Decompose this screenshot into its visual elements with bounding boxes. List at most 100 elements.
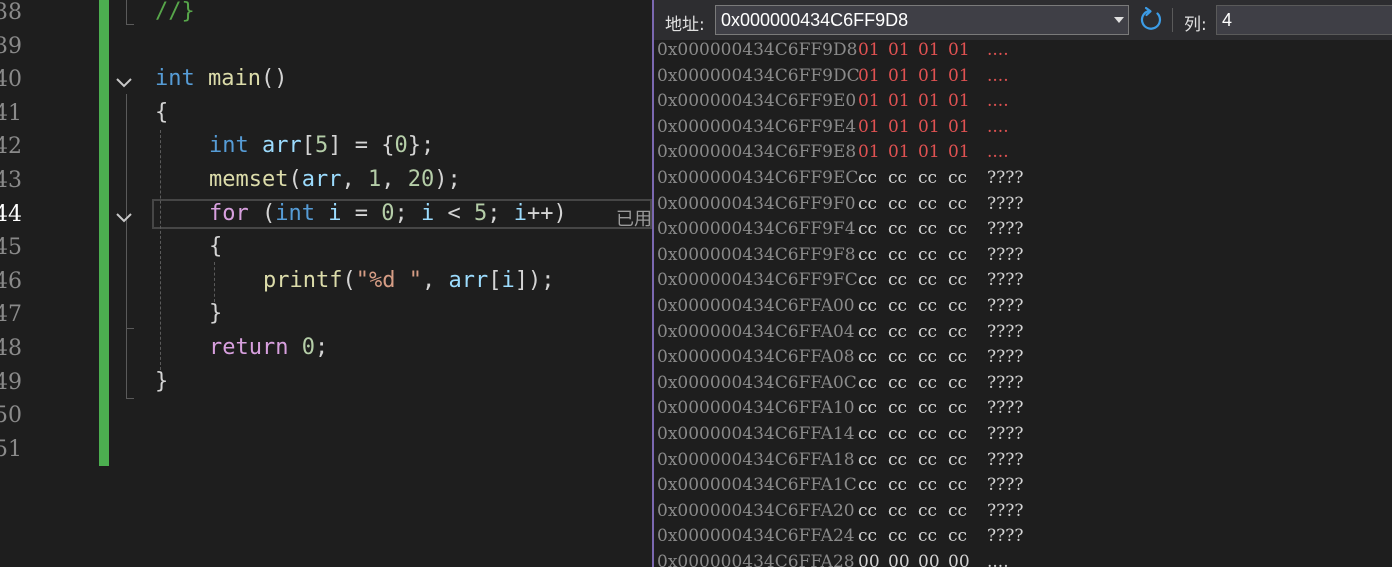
- memory-row[interactable]: 0x000000434C6FF9E8 01 01 01 01....: [654, 142, 1392, 167]
- memory-byte[interactable]: 01: [948, 40, 970, 60]
- memory-window[interactable]: 地址: 0x000000434C6FF9D8 列: 4 0x000000434C…: [652, 0, 1392, 567]
- code-line[interactable]: 43 memset(arr, 1, 20);: [0, 166, 652, 200]
- memory-byte[interactable]: cc: [948, 245, 967, 265]
- memory-byte[interactable]: cc: [948, 398, 967, 418]
- memory-byte[interactable]: 01: [858, 40, 880, 60]
- memory-row[interactable]: 0x000000434C6FFA0C cc cc cc cc????: [654, 373, 1392, 398]
- memory-byte[interactable]: cc: [888, 347, 907, 367]
- code-line[interactable]: 42 int arr[5] = {0};: [0, 132, 652, 166]
- memory-row[interactable]: 0x000000434C6FF9F4 cc cc cc cc????: [654, 219, 1392, 244]
- memory-byte[interactable]: cc: [918, 501, 937, 521]
- memory-ascii[interactable]: ....: [987, 91, 1009, 111]
- memory-row[interactable]: 0x000000434C6FF9F0 cc cc cc cc????: [654, 194, 1392, 219]
- memory-byte[interactable]: 01: [918, 40, 940, 60]
- memory-byte[interactable]: cc: [858, 219, 877, 239]
- memory-row[interactable]: 0x000000434C6FF9D8 01 01 01 01....: [654, 40, 1392, 65]
- memory-byte[interactable]: cc: [948, 475, 967, 495]
- memory-ascii[interactable]: ????: [987, 270, 1023, 290]
- memory-row[interactable]: 0x000000434C6FFA00 cc cc cc cc????: [654, 296, 1392, 321]
- dropdown-arrow-icon[interactable]: [1114, 17, 1124, 23]
- memory-ascii[interactable]: ????: [987, 347, 1023, 367]
- memory-byte[interactable]: cc: [918, 450, 937, 470]
- memory-byte[interactable]: cc: [948, 296, 967, 316]
- memory-row[interactable]: 0x000000434C6FFA24 cc cc cc cc????: [654, 526, 1392, 551]
- memory-byte[interactable]: cc: [948, 270, 967, 290]
- memory-byte[interactable]: cc: [858, 475, 877, 495]
- memory-byte[interactable]: cc: [948, 219, 967, 239]
- memory-byte[interactable]: 00: [858, 552, 880, 567]
- memory-byte[interactable]: 01: [918, 117, 940, 137]
- memory-byte[interactable]: cc: [948, 450, 967, 470]
- address-input[interactable]: 0x000000434C6FF9D8: [721, 10, 908, 31]
- memory-row[interactable]: 0x000000434C6FF9E4 01 01 01 01....: [654, 117, 1392, 142]
- memory-ascii[interactable]: ....: [987, 66, 1009, 86]
- memory-ascii[interactable]: ????: [987, 501, 1023, 521]
- memory-byte[interactable]: cc: [918, 296, 937, 316]
- columns-value[interactable]: 4: [1222, 10, 1232, 31]
- memory-byte[interactable]: cc: [858, 270, 877, 290]
- code-line[interactable]: 51: [0, 435, 652, 469]
- code-line[interactable]: 44 for (int i = 0; i < 5; i++): [0, 200, 652, 234]
- memory-row[interactable]: 0x000000434C6FFA20 cc cc cc cc????: [654, 501, 1392, 526]
- memory-byte[interactable]: cc: [948, 424, 967, 444]
- memory-byte[interactable]: cc: [858, 245, 877, 265]
- memory-ascii[interactable]: ????: [987, 373, 1023, 393]
- memory-byte[interactable]: cc: [918, 373, 937, 393]
- memory-byte[interactable]: cc: [888, 373, 907, 393]
- memory-byte[interactable]: 01: [888, 117, 910, 137]
- memory-byte[interactable]: cc: [918, 398, 937, 418]
- memory-byte[interactable]: cc: [858, 168, 877, 188]
- memory-ascii[interactable]: ....: [987, 117, 1009, 137]
- memory-ascii[interactable]: ????: [987, 245, 1023, 265]
- memory-ascii[interactable]: ????: [987, 450, 1023, 470]
- memory-byte[interactable]: cc: [948, 168, 967, 188]
- memory-row[interactable]: 0x000000434C6FF9E0 01 01 01 01....: [654, 91, 1392, 116]
- memory-byte[interactable]: cc: [888, 398, 907, 418]
- memory-byte[interactable]: cc: [858, 322, 877, 342]
- memory-byte[interactable]: cc: [888, 475, 907, 495]
- memory-byte[interactable]: 01: [858, 117, 880, 137]
- memory-byte[interactable]: cc: [948, 373, 967, 393]
- chevron-down-icon[interactable]: [115, 208, 133, 226]
- memory-byte[interactable]: cc: [948, 347, 967, 367]
- memory-row[interactable]: 0x000000434C6FFA08 cc cc cc cc????: [654, 347, 1392, 372]
- memory-byte[interactable]: cc: [888, 194, 907, 214]
- columns-input[interactable]: 4: [1216, 5, 1392, 35]
- memory-byte[interactable]: cc: [858, 450, 877, 470]
- memory-byte[interactable]: 01: [888, 40, 910, 60]
- code-line[interactable]: 47}: [0, 300, 652, 334]
- memory-byte[interactable]: cc: [888, 219, 907, 239]
- memory-byte[interactable]: 01: [948, 117, 970, 137]
- memory-byte[interactable]: cc: [858, 398, 877, 418]
- memory-ascii[interactable]: ????: [987, 168, 1023, 188]
- address-combobox[interactable]: 0x000000434C6FF9D8: [715, 5, 1129, 35]
- memory-byte[interactable]: 01: [948, 142, 970, 162]
- memory-byte[interactable]: cc: [918, 526, 937, 546]
- code-editor[interactable]: 38//} 39 40 int main() 41{42 int arr[5] = {0}…: [0, 0, 652, 567]
- memory-ascii[interactable]: ....: [987, 40, 1009, 60]
- memory-ascii[interactable]: ????: [987, 194, 1023, 214]
- memory-byte[interactable]: cc: [918, 475, 937, 495]
- memory-ascii[interactable]: ????: [987, 322, 1023, 342]
- memory-byte[interactable]: cc: [888, 501, 907, 521]
- memory-byte[interactable]: cc: [888, 526, 907, 546]
- memory-byte[interactable]: cc: [948, 501, 967, 521]
- memory-byte[interactable]: 01: [858, 66, 880, 86]
- memory-byte[interactable]: cc: [948, 526, 967, 546]
- memory-byte[interactable]: cc: [918, 194, 937, 214]
- memory-byte[interactable]: 01: [918, 91, 940, 111]
- memory-row[interactable]: 0x000000434C6FFA14 cc cc cc cc????: [654, 424, 1392, 449]
- memory-byte[interactable]: 01: [888, 91, 910, 111]
- code-line[interactable]: 38 //}: [0, 0, 652, 32]
- memory-byte[interactable]: cc: [918, 168, 937, 188]
- memory-byte[interactable]: 01: [918, 142, 940, 162]
- memory-row[interactable]: 0x000000434C6FFA1C cc cc cc cc????: [654, 475, 1392, 500]
- memory-byte[interactable]: 01: [918, 66, 940, 86]
- memory-ascii[interactable]: ????: [987, 296, 1023, 316]
- memory-byte[interactable]: cc: [918, 424, 937, 444]
- memory-byte[interactable]: cc: [918, 219, 937, 239]
- memory-byte[interactable]: 01: [888, 66, 910, 86]
- code-line[interactable]: 50: [0, 401, 652, 435]
- memory-byte[interactable]: 01: [858, 91, 880, 111]
- memory-byte[interactable]: cc: [888, 245, 907, 265]
